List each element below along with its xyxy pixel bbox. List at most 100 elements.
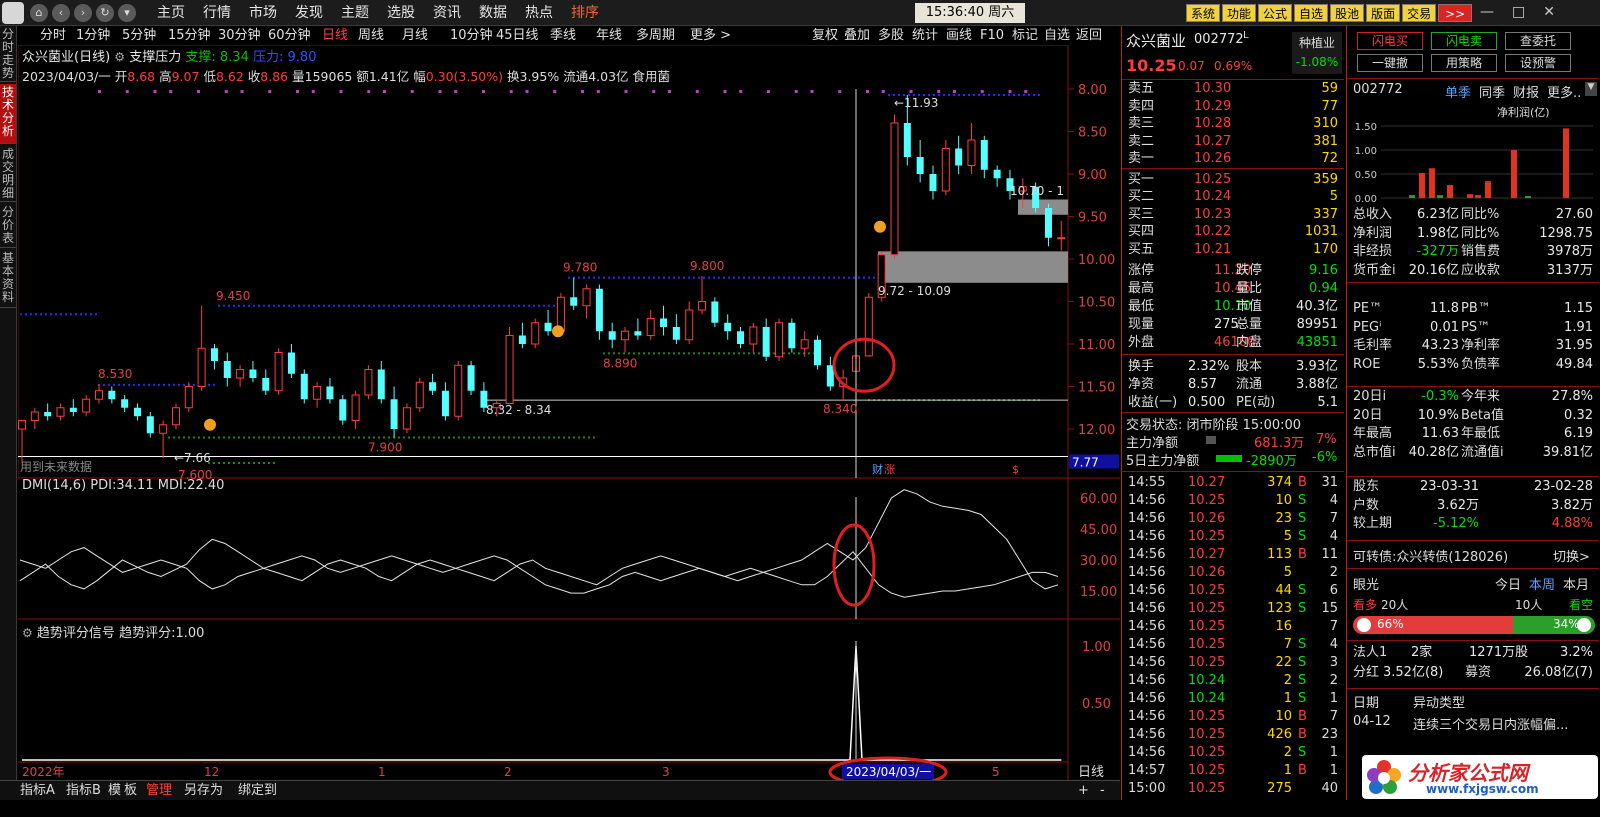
manage-tab[interactable]: 管理 [146,782,172,800]
order-level-0[interactable]: 卖五 10.30 59 [1122,80,1344,98]
event-text[interactable]: 连续三个交易日内涨幅偏... [1413,714,1568,733]
thumb-down-icon[interactable] [1577,618,1591,632]
order-level-9[interactable]: 买五 10.21 170 [1122,241,1344,259]
maximize-icon[interactable]: □ [1512,4,1525,20]
order-level-4[interactable]: 卖一 10.26 72 [1122,150,1344,168]
period-tab-9[interactable]: 10分钟 [450,27,493,45]
tab-single-quarter[interactable]: 单季 [1445,82,1471,101]
tool-button-4[interactable]: 画线 [946,27,972,45]
tool-button-1[interactable]: 叠加 [844,27,870,45]
menu-item-5[interactable]: 选股 [378,3,424,23]
cancel-all-button[interactable]: 一键撤 [1357,54,1423,72]
thumb-up-icon[interactable] [1357,618,1371,632]
period-tab-12[interactable]: 年线 [596,27,622,45]
settings-icon[interactable]: ⚙ [22,626,33,640]
menu-item-8[interactable]: 热点 [516,3,562,23]
func-button-0[interactable]: 系统 [1186,4,1221,22]
tab-technical-analysis[interactable]: 技术分析 [0,84,16,144]
menu-item-7[interactable]: 数据 [470,3,516,23]
menu-item-1[interactable]: 行情 [194,3,240,23]
period-tab-8[interactable]: 月线 [402,27,428,45]
flash-buy-button[interactable]: 闪电买 [1357,32,1423,50]
period-tab-5[interactable]: 60分钟 [268,27,311,45]
period-tab-11[interactable]: 季线 [550,27,576,45]
back-nav-icon[interactable]: ‹ [52,4,70,22]
menu-item-6[interactable]: 资讯 [424,3,470,23]
menu-item-2[interactable]: 市场 [240,3,286,23]
indicator-b-tab[interactable]: 指标B [66,782,101,800]
period-tab-1[interactable]: 1分钟 [76,27,110,45]
menu-item-3[interactable]: 发现 [286,3,332,23]
menu-item-4[interactable]: 主题 [332,3,378,23]
switch-button[interactable]: 切换> [1553,546,1590,565]
tab-financial-report[interactable]: 财报 [1513,82,1539,101]
order-level-6[interactable]: 买二 10.24 5 [1122,188,1344,206]
tab-same-quarter[interactable]: 同季 [1479,82,1505,101]
order-level-7[interactable]: 买三 10.23 337 [1122,206,1344,224]
tick-list[interactable]: 14:55 10.27 374 B 31 14:56 10.25 10 S 4 14:56 10.26… [1122,474,1344,798]
period-tab-13[interactable]: 多周期 [636,27,675,45]
period-tab-10[interactable]: 45日线 [496,27,539,45]
zoom-in-button[interactable]: + [1078,782,1089,800]
dmi-label[interactable]: DMI(14,6) [22,478,86,493]
use-strategy-button[interactable]: 用策略 [1431,54,1497,72]
period-tab-2[interactable]: 5分钟 [122,27,156,45]
bind-to-tab[interactable]: 绑定到 [238,782,277,800]
indicator-a-tab[interactable]: 指标A [20,782,55,800]
flash-sell-button[interactable]: 闪电卖 [1431,32,1497,50]
minimize-icon[interactable]: — [1480,4,1494,20]
period-tab-14[interactable]: 更多 > [690,27,731,45]
menu-item-0[interactable]: 主页 [148,3,194,23]
menu-item-9[interactable]: 排序 [562,3,608,23]
tab-more[interactable]: 更多.. [1547,82,1581,101]
sector-box[interactable]: 种植业 -1.08% [1292,32,1342,74]
set-alert-button[interactable]: 设预警 [1505,54,1571,72]
tool-button-6[interactable]: 标记 [1012,27,1038,45]
chart-area[interactable]: 12.0011.5011.0010.5010.009.509.008.508.0… [18,45,1120,780]
order-level-3[interactable]: 卖二 10.27 381 [1122,133,1344,151]
period-tab-4[interactable]: 30分钟 [218,27,261,45]
tab-price-table[interactable]: 分价表 [0,204,16,248]
eye-tab-month[interactable]: 本月 [1563,574,1589,593]
trend-label[interactable]: 趋势评分信号 [37,626,115,641]
period-tab-0[interactable]: 分时 [40,27,66,45]
more-button[interactable]: >> [1438,4,1473,22]
tool-button-0[interactable]: 复权 [812,27,838,45]
order-level-5[interactable]: 买一 10.25 359 [1122,171,1344,189]
period-tab-3[interactable]: 15分钟 [168,27,211,45]
board-tab[interactable]: 板 [124,782,137,800]
func-button-2[interactable]: 公式 [1258,4,1293,22]
scroll-down-icon[interactable]: ▼ [1585,82,1597,96]
tab-timeshare[interactable]: 分时走势 [0,26,16,82]
close-icon[interactable]: ✕ [1543,4,1555,20]
period-tab-7[interactable]: 周线 [358,27,384,45]
home-nav-icon[interactable]: ⌂ [30,4,48,22]
func-button-1[interactable]: 功能 [1222,4,1257,22]
func-button-3[interactable]: 自选 [1294,4,1329,22]
forward-nav-icon[interactable]: › [74,4,92,22]
tool-button-7[interactable]: 自选 [1044,27,1070,45]
down-nav-icon[interactable]: ▾ [118,4,136,22]
func-button-6[interactable]: 交易 [1402,4,1437,22]
eye-tab-week[interactable]: 本周 [1529,574,1555,593]
order-level-1[interactable]: 卖四 10.29 77 [1122,98,1344,116]
func-button-4[interactable]: 股池 [1330,4,1365,22]
query-orders-button[interactable]: 查委托 [1505,32,1571,50]
order-level-8[interactable]: 买四 10.22 1031 [1122,223,1344,241]
settings-icon[interactable]: ⚙ [114,50,125,64]
template-tab[interactable]: 模 [108,782,121,800]
tab-fundamentals[interactable]: 基本资料 [0,250,16,308]
save-as-tab[interactable]: 另存为 [184,782,223,800]
period-tab-6[interactable]: 日线 [322,27,348,45]
func-button-5[interactable]: 版面 [1366,4,1401,22]
tool-button-5[interactable]: F10 [980,27,1004,45]
zoom-out-button[interactable]: - [1100,782,1105,800]
tool-button-2[interactable]: 多股 [878,27,904,45]
tool-button-8[interactable]: 返回 [1076,27,1102,45]
eye-tab-today[interactable]: 今日 [1495,574,1521,593]
tab-trade-detail[interactable]: 成交明细 [0,146,16,202]
order-level-2[interactable]: 卖三 10.28 310 [1122,115,1344,133]
refresh-nav-icon[interactable]: ↻ [96,4,114,22]
tool-button-3[interactable]: 统计 [912,27,938,45]
indicator-name[interactable]: 支撑压力 [129,50,181,65]
